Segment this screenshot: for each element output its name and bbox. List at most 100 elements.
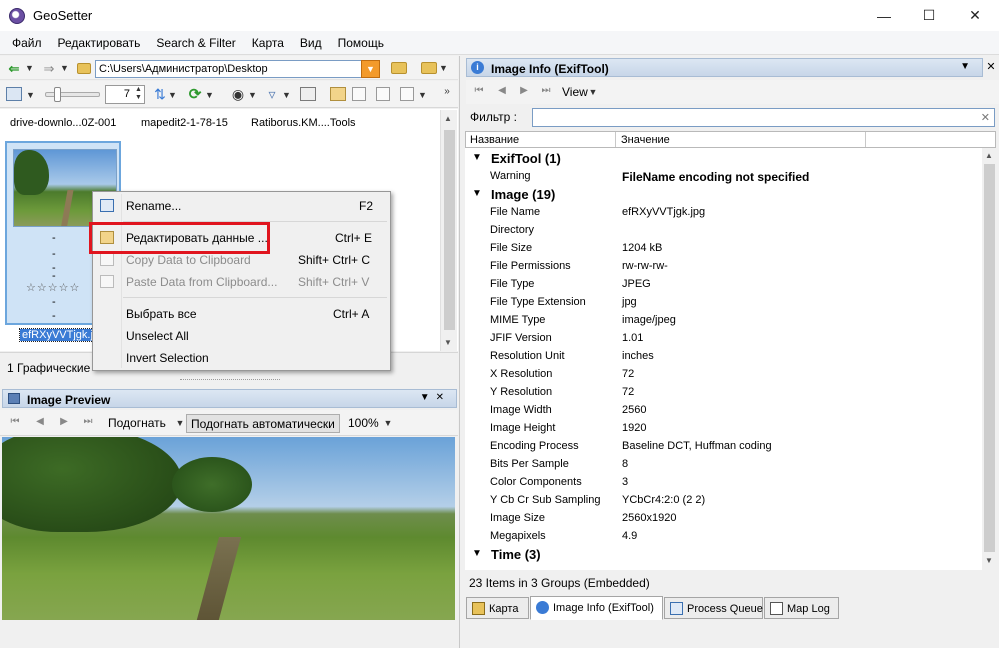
favorites-dropdown-icon[interactable]: ▼ — [439, 63, 448, 73]
search-dropdown-icon[interactable]: ▼ — [248, 90, 257, 100]
info-row[interactable]: Bits Per Sample 8 — [465, 455, 982, 473]
info-row[interactable]: Image Size 2560x1920 — [465, 509, 982, 527]
path-dropdown-button[interactable]: ▼ — [361, 60, 380, 78]
menu-item-select-all[interactable]: Выбрать все Ctrl+ A — [93, 303, 390, 325]
refresh-icon[interactable]: ⟳ — [187, 86, 203, 102]
info-row[interactable]: Color Components 3 — [465, 473, 982, 491]
info-group-header[interactable]: ▼ Time (3) — [465, 545, 982, 563]
path-input[interactable]: C:\Users\Администратор\Desktop — [95, 60, 380, 78]
binoculars-icon[interactable]: ◉ — [230, 86, 246, 102]
zoom-level[interactable]: 100% — [344, 414, 383, 433]
fit-button[interactable]: Подогнать — [104, 414, 170, 433]
tab-image-info[interactable]: Image Info (ExifTool) — [530, 596, 663, 620]
folder-lock-icon[interactable] — [390, 59, 408, 77]
info-row[interactable]: Megapixels 4.9 — [465, 527, 982, 545]
maximize-button[interactable]: ☐ — [906, 0, 952, 31]
menu-help[interactable]: Помощь — [330, 36, 392, 50]
info-row[interactable]: Image Width 2560 — [465, 401, 982, 419]
collapse-triangle-icon[interactable]: ▼ — [472, 152, 482, 163]
sort-icon[interactable]: ⇅ — [152, 86, 168, 102]
info-group-header[interactable]: ▼ Image (19) — [465, 185, 982, 203]
info-grid[interactable]: ▼ ExifTool (1) Warning FileName encoding no… — [465, 148, 982, 570]
tab-process-queue[interactable]: Process Queue — [664, 597, 763, 619]
filter-icon[interactable]: ▿ — [264, 86, 280, 102]
menu-search-filter[interactable]: Search & Filter — [148, 36, 243, 50]
panel-controls[interactable]: ▼✕ — [420, 392, 450, 403]
minimize-button[interactable]: — — [861, 0, 907, 31]
forward-arrow-icon[interactable]: ⇒ — [42, 61, 56, 75]
info-row[interactable]: Encoding Process Baseline DCT, Huffman co… — [465, 437, 982, 455]
back-arrow-icon[interactable]: ⇐ — [7, 61, 21, 75]
collapse-triangle-icon[interactable]: ▼ — [472, 188, 482, 199]
info-row[interactable]: Directory — [465, 221, 982, 239]
clear-filter-icon[interactable]: ✕ — [981, 111, 990, 124]
collapse-triangle-icon[interactable]: ▼ — [472, 548, 482, 559]
col-value-header[interactable]: Значение — [621, 134, 670, 146]
col-name-header[interactable]: Название — [470, 134, 519, 146]
first-image-icon[interactable]: ⏮ — [9, 416, 21, 428]
menu-item-rename[interactable]: Rename... F2 — [93, 195, 390, 217]
filter-label[interactable]: Фильтр : — [470, 110, 517, 124]
filter-input[interactable]: ✕ — [532, 108, 995, 127]
paste-special-toolbar-icon[interactable] — [400, 87, 414, 101]
tab-map-log[interactable]: Map Log — [764, 597, 839, 619]
thumb-size-slider-handle[interactable] — [54, 87, 61, 102]
sort-dropdown-icon[interactable]: ▼ — [168, 90, 177, 100]
panel-controls[interactable]: ▼ — [960, 61, 976, 72]
auto-fit-button[interactable]: Подогнать автоматически — [186, 414, 340, 433]
edit-data-toolbar-icon[interactable] — [330, 87, 346, 101]
file-item-mapedit[interactable]: mapedit2-1-78-15 — [141, 117, 228, 129]
refresh-dropdown-icon[interactable]: ▼ — [205, 90, 214, 100]
next-image-icon[interactable]: ▶ — [58, 416, 70, 428]
folder-up-icon[interactable] — [76, 62, 92, 75]
paste-toolbar-icon[interactable] — [376, 87, 390, 101]
image-preview[interactable] — [2, 437, 455, 620]
last-image-icon[interactable]: ⏭ — [540, 85, 552, 97]
panel-icon[interactable] — [300, 87, 316, 101]
file-item-ratiborus[interactable]: Ratiborus.KM....Tools — [251, 117, 356, 129]
next-image-icon[interactable]: ▶ — [518, 85, 530, 97]
info-row[interactable]: Resolution Unit inches — [465, 347, 982, 365]
info-group-header[interactable]: ▼ ExifTool (1) — [465, 149, 982, 167]
back-dropdown-icon[interactable]: ▼ — [25, 63, 34, 73]
favorites-folder-icon[interactable] — [420, 59, 438, 77]
toolbar-overflow-icon[interactable]: » — [440, 85, 454, 99]
info-row[interactable]: Y Resolution 72 — [465, 383, 982, 401]
view-mode-icon[interactable] — [6, 87, 22, 101]
info-panel-close-icon[interactable]: ✕ — [985, 60, 997, 74]
info-row[interactable]: File Name efRXyVVTjgk.jpg — [465, 203, 982, 221]
fit-dropdown-icon[interactable]: ▼ — [176, 418, 185, 427]
info-row[interactable]: File Type JPEG — [465, 275, 982, 293]
info-row[interactable]: JFIF Version 1.01 — [465, 329, 982, 347]
view-dropdown-icon[interactable]: ▼ — [589, 87, 598, 96]
thumb-size-spinner[interactable]: ▲ ▼ — [133, 86, 144, 103]
view-menu-button[interactable]: View — [562, 85, 588, 99]
info-row[interactable]: MIME Type image/jpeg — [465, 311, 982, 329]
close-button[interactable]: ✕ — [952, 0, 998, 31]
info-grid-scrollbar[interactable]: ▲ ▼ — [982, 148, 997, 570]
info-row[interactable]: Y Cb Cr Sub Sampling YCbCr4:2:0 (2 2) — [465, 491, 982, 509]
view-mode-dropdown-icon[interactable]: ▼ — [26, 90, 35, 100]
tab-map[interactable]: Карта — [466, 597, 529, 619]
copy-toolbar-icon[interactable] — [352, 87, 366, 101]
panel-splitter[interactable] — [459, 56, 460, 648]
menu-view[interactable]: Вид — [292, 36, 330, 50]
file-item-drive[interactable]: drive-downlo...0Z-001 — [10, 117, 116, 129]
info-row[interactable]: File Size 1204 kB — [465, 239, 982, 257]
info-row[interactable]: File Permissions rw-rw-rw- — [465, 257, 982, 275]
paste-dropdown-icon[interactable]: ▼ — [418, 90, 427, 100]
menu-edit[interactable]: Редактировать — [50, 36, 149, 50]
menu-map[interactable]: Карта — [244, 36, 292, 50]
forward-dropdown-icon[interactable]: ▼ — [60, 63, 69, 73]
file-list-scrollbar[interactable]: ▲ ▼ — [440, 110, 457, 351]
info-row[interactable]: File Type Extension jpg — [465, 293, 982, 311]
info-row[interactable]: Warning FileName encoding not specified — [465, 167, 982, 185]
previous-image-icon[interactable]: ◀ — [496, 85, 508, 97]
menu-item-paste-data[interactable]: Paste Data from Clipboard... Shift+ Ctrl… — [93, 271, 390, 293]
previous-image-icon[interactable]: ◀ — [34, 416, 46, 428]
menu-item-invert-selection[interactable]: Invert Selection — [93, 347, 390, 369]
menu-item-unselect-all[interactable]: Unselect All — [93, 325, 390, 347]
filter-dropdown-icon[interactable]: ▼ — [282, 90, 291, 100]
menu-file[interactable]: Файл — [4, 36, 50, 50]
info-row[interactable]: X Resolution 72 — [465, 365, 982, 383]
